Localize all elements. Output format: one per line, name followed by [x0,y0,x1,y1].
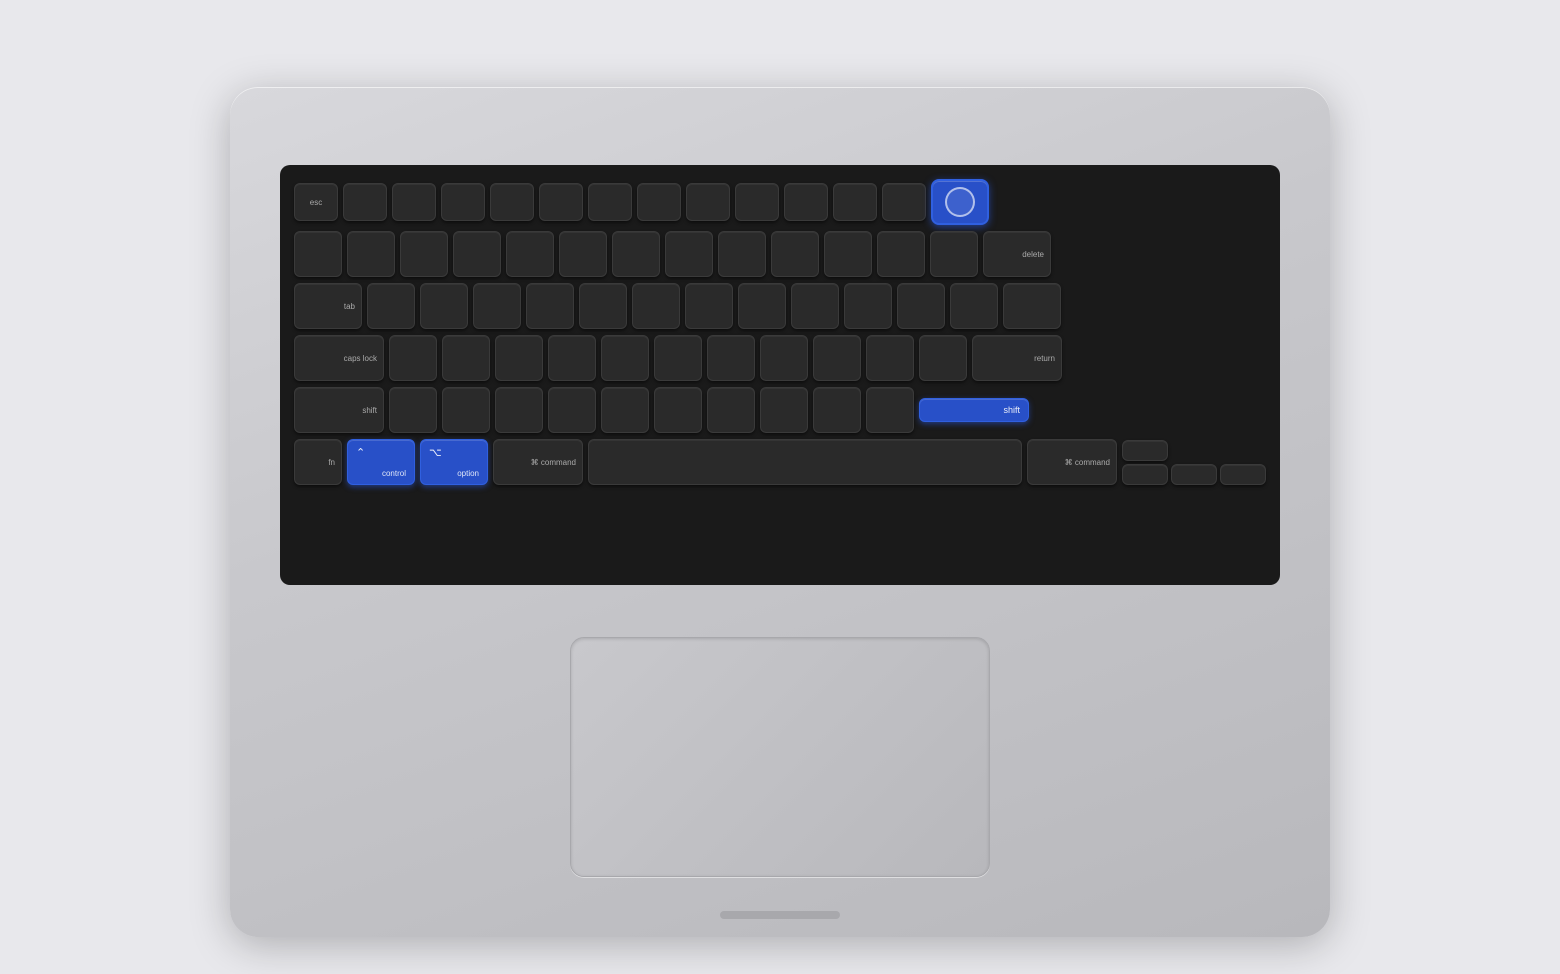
laptop-bottom-ridge [720,911,840,919]
key-esc[interactable]: esc [294,183,338,221]
key-5[interactable] [559,231,607,277]
key-quote[interactable] [919,335,967,381]
key-semicolon[interactable] [866,335,914,381]
key-4[interactable] [506,231,554,277]
key-f1[interactable] [343,183,387,221]
key-2[interactable] [400,231,448,277]
key-arrow-right[interactable] [1220,464,1266,485]
key-a[interactable] [389,335,437,381]
key-f11[interactable] [833,183,877,221]
key-o[interactable] [791,283,839,329]
key-equal[interactable] [930,231,978,277]
key-return[interactable]: return [972,335,1062,381]
fn-row: esc [294,179,1266,225]
key-space[interactable] [588,439,1022,485]
key-f8[interactable] [686,183,730,221]
key-f[interactable] [548,335,596,381]
key-u[interactable] [685,283,733,329]
key-comma[interactable] [760,387,808,433]
key-n[interactable] [654,387,702,433]
key-capslock[interactable]: caps lock [294,335,384,381]
key-control[interactable]: ⌃ control [347,439,415,485]
key-slash[interactable] [866,387,914,433]
key-power[interactable] [931,179,989,225]
key-p[interactable] [844,283,892,329]
key-f7[interactable] [637,183,681,221]
key-period[interactable] [813,387,861,433]
key-f12[interactable] [882,183,926,221]
key-arrow-down[interactable] [1171,464,1217,485]
key-f6[interactable] [588,183,632,221]
option-label: option [457,469,479,478]
qwerty-row: tab [294,283,1266,329]
key-shift-left[interactable]: shift [294,387,384,433]
zxcv-row: shift shift [294,387,1266,433]
key-arrow-left[interactable] [1122,464,1168,485]
key-i[interactable] [738,283,786,329]
key-8[interactable] [718,231,766,277]
bottom-row: fn ⌃ control ⌥ option ⌘ command ⌘ comman… [294,439,1266,485]
control-label: control [382,469,406,478]
key-m[interactable] [707,387,755,433]
laptop-body: esc [230,87,1330,937]
control-icon: ⌃ [356,446,365,459]
laptop: esc [230,37,1330,937]
key-arrow-up[interactable] [1122,440,1168,461]
key-delete[interactable]: delete [983,231,1051,277]
key-backslash[interactable] [1003,283,1061,329]
option-icon: ⌥ [429,446,442,459]
key-g[interactable] [601,335,649,381]
key-grave[interactable] [294,231,342,277]
key-cmd-left[interactable]: ⌘ command [493,439,583,485]
key-y[interactable] [632,283,680,329]
key-minus[interactable] [877,231,925,277]
key-z[interactable] [389,387,437,433]
power-icon [945,187,975,217]
keyboard: esc [280,165,1280,585]
key-7[interactable] [665,231,713,277]
key-f2[interactable] [392,183,436,221]
key-shift-right[interactable]: shift [919,398,1029,422]
key-c[interactable] [495,387,543,433]
key-d[interactable] [495,335,543,381]
key-r[interactable] [526,283,574,329]
key-t[interactable] [579,283,627,329]
key-b[interactable] [601,387,649,433]
key-k[interactable] [760,335,808,381]
key-s[interactable] [442,335,490,381]
shift-label: shift [1003,405,1020,415]
key-e[interactable] [473,283,521,329]
key-tab[interactable]: tab [294,283,362,329]
key-f3[interactable] [441,183,485,221]
key-fn[interactable]: fn [294,439,342,485]
key-6[interactable] [612,231,660,277]
key-v[interactable] [548,387,596,433]
key-f10[interactable] [784,183,828,221]
key-x[interactable] [442,387,490,433]
key-0[interactable] [824,231,872,277]
key-l[interactable] [813,335,861,381]
key-cmd-right[interactable]: ⌘ command [1027,439,1117,485]
key-f5[interactable] [539,183,583,221]
key-q[interactable] [367,283,415,329]
arrow-keys-group [1122,440,1266,485]
key-w[interactable] [420,283,468,329]
key-1[interactable] [347,231,395,277]
key-j[interactable] [707,335,755,381]
trackpad[interactable] [570,637,990,877]
key-f4[interactable] [490,183,534,221]
number-row: delete [294,231,1266,277]
key-option[interactable]: ⌥ option [420,439,488,485]
key-3[interactable] [453,231,501,277]
key-rbracket[interactable] [950,283,998,329]
key-9[interactable] [771,231,819,277]
asdf-row: caps lock return [294,335,1266,381]
key-lbracket[interactable] [897,283,945,329]
key-f9[interactable] [735,183,779,221]
key-h[interactable] [654,335,702,381]
